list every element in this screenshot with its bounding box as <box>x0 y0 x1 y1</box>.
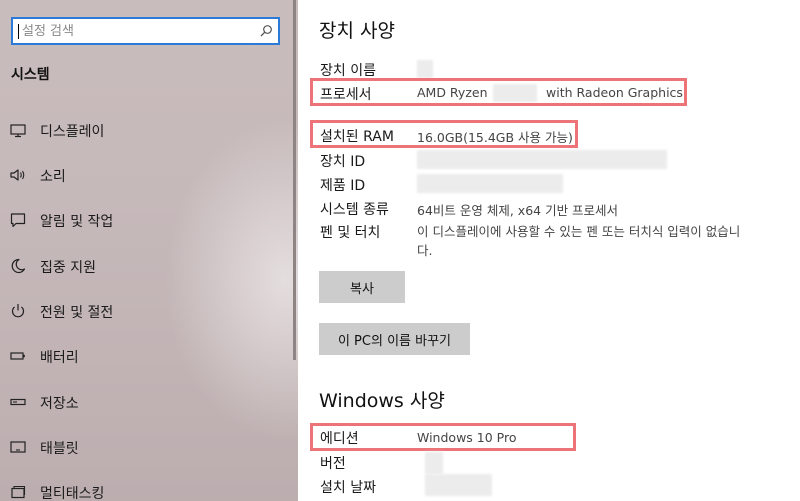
copy-button[interactable]: 복사 <box>319 271 405 303</box>
search-input[interactable] <box>22 21 252 41</box>
sidebar-item-power-sleep[interactable]: 전원 및 절전 <box>0 293 290 329</box>
sidebar-item-label: 멀티태스킹 <box>40 486 105 501</box>
sidebar-scrollbar[interactable] <box>293 0 296 360</box>
sidebar-item-label: 집중 지원 <box>40 260 96 276</box>
sidebar-item-storage[interactable]: 저장소 <box>0 384 290 420</box>
sidebar-item-display[interactable]: 디스플레이 <box>0 112 290 148</box>
sidebar-item-label: 디스플레이 <box>40 124 105 140</box>
settings-window: 시스템 디스플레이 소리 알림 및 작업 <box>0 0 800 501</box>
sidebar-item-label: 저장소 <box>40 396 79 412</box>
sidebar-item-tablet[interactable]: 태블릿 <box>0 429 290 465</box>
pen-touch-value: 이 디스플레이에 사용할 수 있는 펜 또는 터치식 입력이 없습니다. <box>417 224 741 258</box>
sidebar-item-label: 전원 및 절전 <box>40 305 114 321</box>
system-type-value: 64비트 운영 체제, x64 기반 프로세서 <box>417 203 619 218</box>
ram-highlight-box <box>310 120 578 148</box>
battery-icon <box>10 352 25 360</box>
install-date-label: 설치 날짜 <box>320 480 376 496</box>
device-specs-title: 장치 사양 <box>319 20 395 42</box>
product-id-label: 제품 ID <box>320 178 366 194</box>
sidebar: 시스템 디스플레이 소리 알림 및 작업 <box>0 0 298 501</box>
sidebar-item-label: 태블릿 <box>40 441 79 457</box>
text-caret <box>18 24 19 39</box>
notification-icon <box>10 213 26 228</box>
pen-touch-label: 펜 및 터치 <box>320 225 381 241</box>
speaker-icon <box>10 169 25 181</box>
version-label: 버전 <box>320 456 346 472</box>
redacted-device-id <box>417 150 667 169</box>
sidebar-item-sound[interactable]: 소리 <box>0 157 290 193</box>
processor-highlight-box <box>310 78 687 106</box>
rename-pc-button[interactable]: 이 PC의 이름 바꾸기 <box>319 323 470 355</box>
storage-icon <box>10 398 26 406</box>
sidebar-title: 시스템 <box>11 67 50 83</box>
multitasking-icon <box>11 485 26 499</box>
moon-icon <box>11 258 26 274</box>
redacted-install-date <box>425 474 492 496</box>
power-icon <box>11 304 25 318</box>
device-id-label: 장치 ID <box>320 154 366 170</box>
redacted-device-name <box>417 60 433 78</box>
sidebar-item-label: 배터리 <box>40 350 79 366</box>
sidebar-item-multitasking[interactable]: 멀티태스킹 <box>0 474 290 501</box>
sidebar-item-notifications[interactable]: 알림 및 작업 <box>0 202 290 238</box>
monitor-icon <box>10 124 26 138</box>
system-type-label: 시스템 종류 <box>320 202 389 218</box>
sidebar-item-battery[interactable]: 배터리 <box>0 338 290 374</box>
sidebar-item-focus-assist[interactable]: 집중 지원 <box>0 248 290 284</box>
edition-highlight-box <box>310 423 576 451</box>
redacted-product-id <box>417 174 563 193</box>
windows-specs-title: Windows 사양 <box>319 390 445 412</box>
tablet-icon <box>10 441 26 453</box>
search-box[interactable] <box>11 17 280 45</box>
device-name-label: 장치 이름 <box>320 63 376 79</box>
redacted-version <box>425 452 443 474</box>
search-icon[interactable] <box>258 23 274 39</box>
sidebar-item-label: 소리 <box>40 169 66 185</box>
main-content: 장치 사양 장치 이름 프로세서 AMD Ryzen with Radeon G… <box>298 0 800 501</box>
sidebar-item-label: 알림 및 작업 <box>40 214 114 230</box>
